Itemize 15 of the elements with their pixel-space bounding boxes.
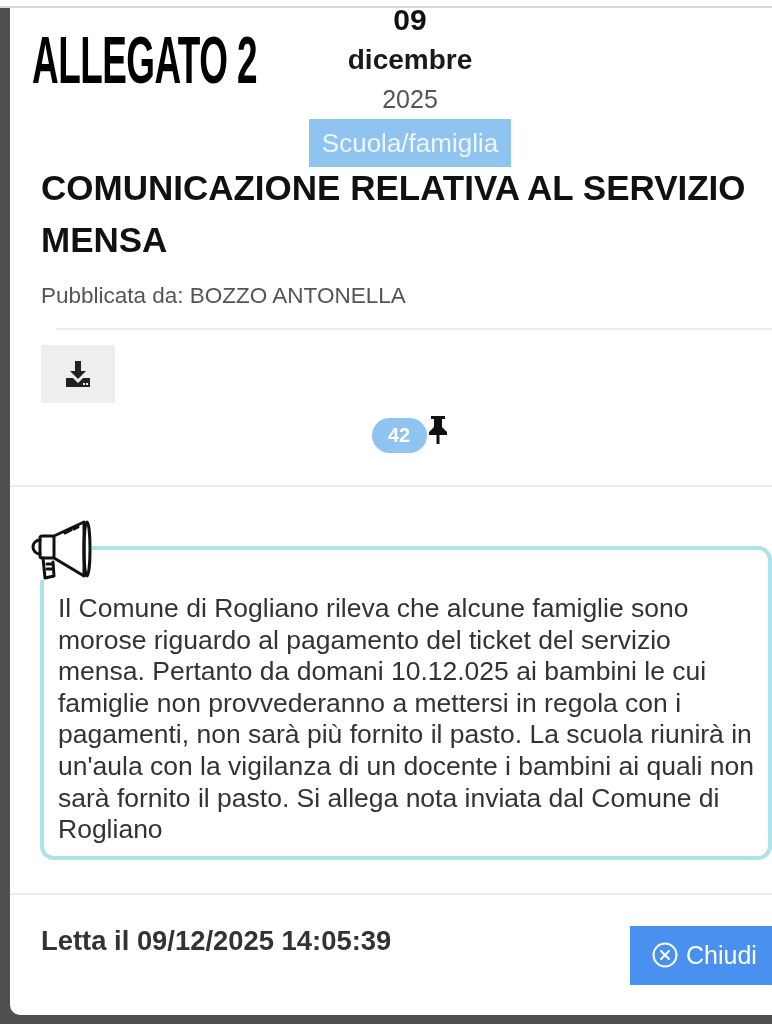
message-text: Il Comune di Rogliano rileva che alcune famiglie sono morose riguardo al pagamento del ticket del servizio mensa. Pertanto da domani 10.12.025 ai bambini le cui famiglie non provvederanno a mettersi in regola con i pagamenti, non sarà più fornito il pasto. La scuola riunirà in un'aula con la vigilanza di un docente i bambini ai quali non sarà fornito il pasto. Si allega nota inviata dal Comune di Rogliano <box>58 593 755 846</box>
notice-title: COMUNICAZIONE RELATIVA AL SERVIZIO MENSA <box>41 167 747 261</box>
category-tag: Scuola/famiglia <box>308 119 512 167</box>
close-icon <box>652 942 678 969</box>
close-button[interactable]: Chiudi <box>630 925 772 985</box>
pushpin-icon <box>426 416 449 444</box>
read-timestamp: Letta il 09/12/2025 14:05:39 <box>41 925 392 956</box>
annotation-label: ALLEGATO 2 <box>32 29 258 91</box>
published-by: Pubblicata da: BOZZO ANTONELLA <box>41 284 407 308</box>
download-button[interactable] <box>41 345 115 403</box>
download-icon <box>66 361 90 387</box>
date-year: 2025 <box>382 86 438 112</box>
date-month: dicembre <box>347 45 473 75</box>
date-day: 09 <box>393 8 427 32</box>
count-badge: 42 <box>371 418 427 453</box>
